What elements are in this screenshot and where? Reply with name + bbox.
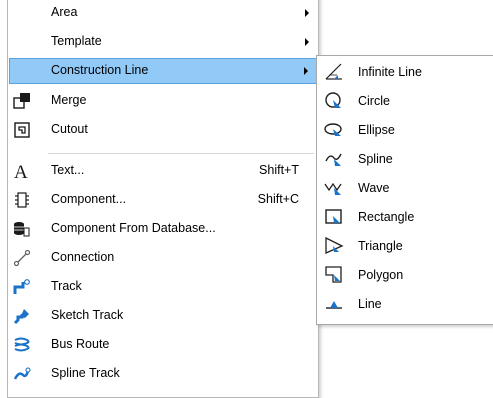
line-icon	[324, 294, 344, 314]
submenu-item-rectangle[interactable]: Rectangle	[318, 202, 492, 231]
submenu-item-ellipse[interactable]: Ellipse	[318, 115, 492, 144]
circle-icon	[324, 91, 344, 111]
submenu-item-label: Triangle	[358, 239, 403, 253]
menu-item-label: Cutout	[51, 122, 88, 136]
ellipse-icon	[324, 120, 344, 140]
cutout-icon	[12, 120, 32, 140]
submenu-item-label: Rectangle	[358, 210, 415, 224]
menu-item-shortcut: Shift+C	[257, 192, 299, 206]
sketch-track-icon	[12, 306, 32, 326]
menu-item-label: Merge	[51, 93, 87, 107]
menu-item-label: Construction Line	[51, 63, 149, 77]
submenu-item-circle[interactable]: Circle	[318, 86, 492, 115]
menu-item-component[interactable]: Component... Shift+C	[9, 187, 317, 213]
rectangle-icon	[324, 207, 344, 227]
context-menu: Area Template Construction Line Merge Cu…	[7, 0, 319, 398]
svg-text:A: A	[14, 162, 28, 181]
submenu-arrow-icon	[305, 9, 309, 17]
track-icon	[12, 277, 32, 297]
menu-item-label: Connection	[51, 250, 115, 264]
menu-item-area[interactable]: Area	[9, 0, 317, 26]
text-icon: A	[12, 161, 32, 181]
menu-item-label: Track	[51, 279, 82, 293]
menu-item-component-from-database[interactable]: Component From Database...	[9, 216, 317, 242]
menu-item-label: Template	[51, 34, 102, 48]
menu-item-construction-line[interactable]: Construction Line	[9, 58, 317, 84]
menu-item-cutout[interactable]: Cutout	[9, 117, 317, 143]
submenu-item-label: Wave	[358, 181, 390, 195]
menu-item-label: Spline Track	[51, 366, 120, 380]
database-component-icon	[12, 219, 32, 239]
menu-item-spline-track[interactable]: Spline Track	[9, 361, 317, 387]
menu-item-track[interactable]: Track	[9, 274, 317, 300]
bus-route-icon	[12, 335, 32, 355]
submenu-arrow-icon	[304, 67, 308, 75]
submenu-arrow-icon	[305, 38, 309, 46]
spline-track-icon	[12, 364, 32, 384]
menu-item-merge[interactable]: Merge	[9, 88, 317, 114]
construction-line-submenu: Infinite Line Circle Ellipse Spline Wave…	[316, 55, 493, 325]
triangle-icon	[324, 236, 344, 256]
submenu-item-label: Line	[358, 297, 382, 311]
merge-icon	[12, 91, 32, 111]
submenu-item-label: Circle	[358, 94, 390, 108]
submenu-item-label: Ellipse	[358, 123, 395, 137]
submenu-item-label: Spline	[358, 152, 393, 166]
menu-item-template[interactable]: Template	[9, 29, 317, 55]
connection-icon	[12, 248, 32, 268]
menu-item-label: Bus Route	[51, 337, 110, 351]
menu-item-sketch-track[interactable]: Sketch Track	[9, 303, 317, 329]
submenu-item-label: Polygon	[358, 268, 404, 282]
menu-item-text[interactable]: A Text... Shift+T	[9, 158, 317, 184]
menu-item-label: Area	[51, 5, 78, 19]
submenu-item-triangle[interactable]: Triangle	[318, 231, 492, 260]
menu-item-label: Sketch Track	[51, 308, 124, 322]
component-icon	[12, 190, 32, 210]
submenu-item-line[interactable]: Line	[318, 289, 492, 318]
menu-item-label: Text...	[51, 163, 85, 177]
menu-item-bus-route[interactable]: Bus Route	[9, 332, 317, 358]
submenu-item-wave[interactable]: Wave	[318, 173, 492, 202]
submenu-item-spline[interactable]: Spline	[318, 144, 492, 173]
submenu-item-polygon[interactable]: Polygon	[318, 260, 492, 289]
spline-icon	[324, 149, 344, 169]
submenu-item-label: Infinite Line	[358, 65, 422, 79]
menu-item-connection[interactable]: Connection	[9, 245, 317, 271]
menu-item-label: Component...	[51, 192, 127, 206]
infinite-line-icon	[324, 62, 344, 82]
submenu-item-infinite-line[interactable]: Infinite Line	[318, 57, 492, 86]
menu-item-shortcut: Shift+T	[259, 163, 299, 177]
menu-item-label: Component From Database...	[51, 221, 216, 235]
menu-separator	[48, 153, 314, 154]
polygon-icon	[324, 265, 344, 285]
wave-icon	[324, 178, 344, 198]
